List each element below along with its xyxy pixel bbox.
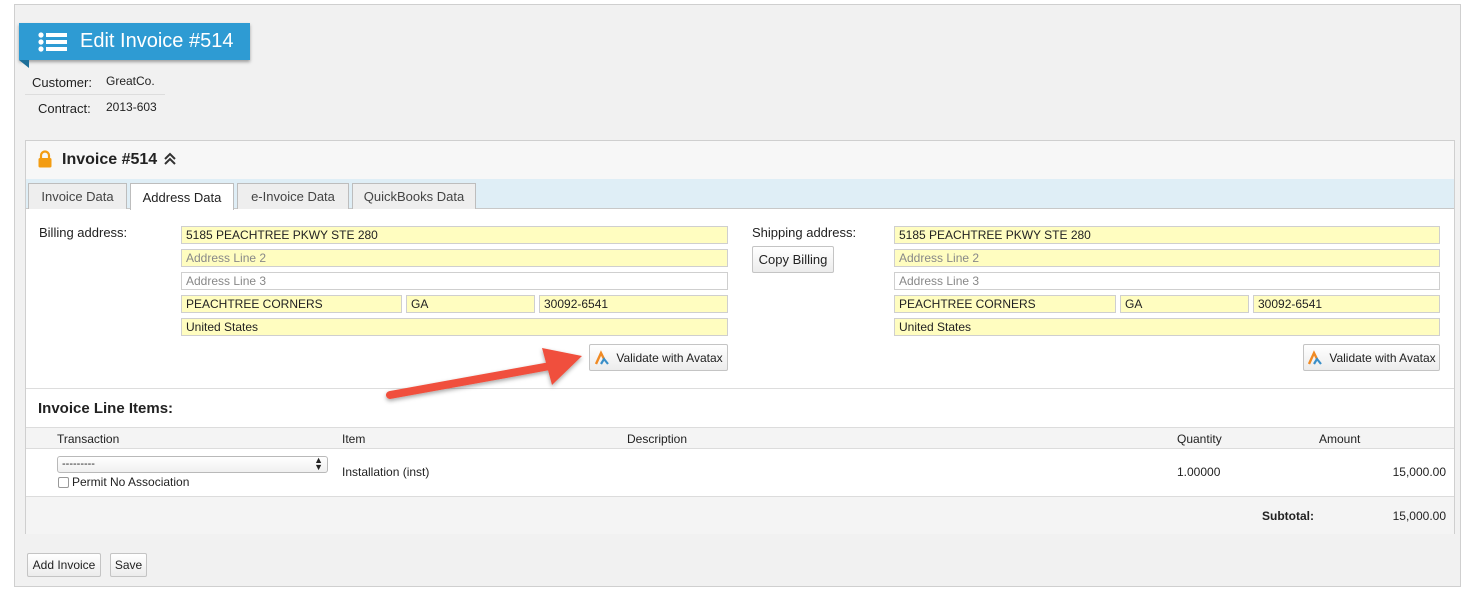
list-icon [38,32,67,52]
add-invoice-button[interactable]: Add Invoice [27,553,101,577]
invoice-panel: Invoice #514 Invoice Data Address Data e… [25,140,1455,534]
subtotal-label: Subtotal: [1262,509,1314,523]
tab-e-invoice-data[interactable]: e-Invoice Data [237,183,349,209]
permit-no-association-checkbox[interactable] [58,477,69,488]
shipping-city-field[interactable] [894,295,1116,313]
col-description: Description [627,432,688,446]
avatax-icon [595,349,610,365]
chevron-up-icon[interactable] [163,151,177,167]
tab-quickbooks-data[interactable]: QuickBooks Data [352,183,476,209]
subtotal-value: 15,000.00 [1392,509,1446,523]
line-item-amount: 15,000.00 [1392,465,1446,479]
panel-header: Invoice #514 [26,141,1454,179]
billing-line1-field[interactable] [181,226,728,244]
billing-country-field[interactable] [181,318,728,336]
customer-label: Customer: [32,75,92,90]
shipping-validate-label: Validate with Avatax [1329,350,1436,365]
panel-title: Invoice #514 [62,151,158,168]
tab-bar: Invoice Data Address Data e-Invoice Data… [26,179,1454,210]
shipping-address-label: Shipping address: [752,225,857,240]
contract-label: Contract: [38,101,91,116]
tab-invoice-data[interactable]: Invoice Data [28,183,127,209]
line-item-item: Installation (inst) [342,465,430,479]
customer-value: GreatCo. [106,74,155,88]
save-button[interactable]: Save [110,553,147,577]
line-items-title: Invoice Line Items: [38,400,174,417]
shipping-state-field[interactable] [1120,295,1249,313]
billing-line3-field[interactable] [181,272,728,290]
transaction-select[interactable]: --------- ▲ ▼ [57,456,328,473]
col-quantity: Quantity [1177,432,1222,446]
shipping-line2-field[interactable] [894,249,1440,267]
billing-line2-field[interactable] [181,249,728,267]
avatax-icon [1308,349,1323,365]
permit-no-association-label: Permit No Association [72,475,190,489]
select-arrows-icon: ▲ ▼ [314,455,323,472]
shipping-validate-avatax-button[interactable]: Validate with Avatax [1303,344,1440,371]
tab-address-data[interactable]: Address Data [130,183,234,210]
copy-billing-button[interactable]: Copy Billing [752,246,834,273]
annotation-arrow [386,348,582,399]
billing-state-field[interactable] [406,295,535,313]
shipping-zip-field[interactable] [1253,295,1440,313]
subtotal-row: Subtotal: 15,000.00 [26,496,1454,534]
billing-validate-label: Validate with Avatax [616,350,723,365]
col-amount: Amount [1319,432,1361,446]
lock-icon [38,150,52,168]
shipping-line1-field[interactable] [894,226,1440,244]
contract-value: 2013-603 [106,100,157,114]
line-items-header: Transaction Item Description Quantity Am… [26,427,1454,449]
line-item-quantity: 1.00000 [1177,465,1221,479]
col-item: Item [342,432,366,446]
col-transaction: Transaction [57,432,120,446]
page-title-ribbon: Edit Invoice #514 [19,23,250,68]
page-title: Edit Invoice #514 [80,30,234,52]
billing-city-field[interactable] [181,295,402,313]
billing-zip-field[interactable] [539,295,728,313]
billing-address-label: Billing address: [39,225,128,240]
billing-validate-avatax-button[interactable]: Validate with Avatax [589,344,728,371]
shipping-line3-field[interactable] [894,272,1440,290]
shipping-country-field[interactable] [894,318,1440,336]
